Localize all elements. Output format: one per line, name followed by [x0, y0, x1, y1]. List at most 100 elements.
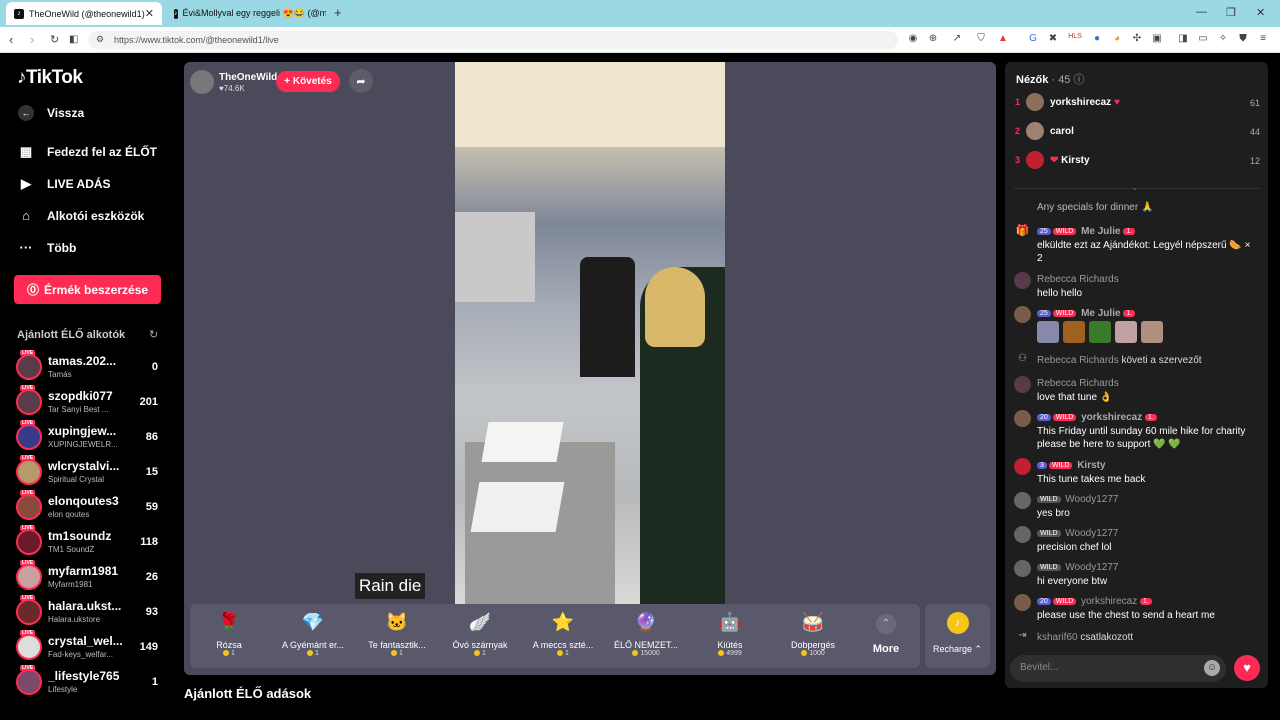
split-view-icon[interactable]: ◨ — [1176, 33, 1190, 44]
share-button[interactable]: ➦ — [349, 69, 373, 93]
site-settings-icon[interactable]: ⚙ — [96, 34, 104, 45]
menu-creator-tools[interactable]: ⌂ Alkotói eszközök — [18, 208, 144, 223]
extension-account-icon[interactable]: ● — [1090, 33, 1104, 44]
coin-icon: ⓪ — [26, 283, 39, 297]
url-input[interactable]: https://www.tiktok.com/@theonewild1/live — [88, 31, 898, 49]
magic-icon[interactable]: ✧ — [1216, 33, 1230, 44]
chat-input[interactable]: Bevitel... — [1010, 655, 1226, 682]
creator-subtitle: Myfarm1981 — [48, 580, 93, 589]
gift-item[interactable]: 🪽 Óvó szárnyak 1 — [440, 606, 520, 666]
warning-icon[interactable]: ▲ — [996, 33, 1010, 44]
vpn-icon[interactable]: ⛊ — [1236, 33, 1250, 44]
gift-item[interactable]: ⭐ A meccs szté... 1 — [523, 606, 603, 666]
extension-color-icon[interactable]: ◕ — [1110, 33, 1124, 44]
message-user[interactable]: Rebecca Richards — [1037, 355, 1119, 366]
shield-icon[interactable]: ⛉ — [974, 33, 988, 44]
share-icon[interactable]: ↗ — [950, 33, 964, 44]
host-name[interactable]: TheOneWild — [219, 72, 277, 83]
message-user[interactable]: yorkshirecaz — [1081, 412, 1142, 423]
gift-item[interactable]: 🔮 ÉLŐ NEMZET... 15000 — [606, 606, 686, 666]
close-window-icon[interactable]: ✕ — [1256, 6, 1265, 19]
sidebar-icon[interactable]: ▣ — [1150, 33, 1164, 44]
camera-icon: ▶ — [21, 176, 31, 191]
creator-subtitle: TM1 SoundZ — [48, 545, 95, 554]
message-header: 3 WILD Kirsty — [1037, 460, 1106, 471]
forward-icon[interactable]: › — [30, 32, 34, 47]
gift-item[interactable]: 🌹 Rózsa 1 — [189, 606, 269, 666]
avatar — [1026, 122, 1044, 140]
back-button[interactable]: ← Vissza — [18, 105, 84, 121]
emoji-icon[interactable]: ☺ — [1204, 660, 1220, 676]
avatar — [1014, 594, 1031, 611]
media-icon[interactable]: ◉ — [906, 33, 920, 44]
recharge-button[interactable]: ♪ Recharge ⌃ — [925, 604, 990, 668]
chevron-down-icon[interactable]: ⌄ — [1131, 182, 1139, 193]
viewer-rank: 2 — [1015, 126, 1021, 136]
extension-hls-icon[interactable]: HLS — [1068, 33, 1082, 40]
viewer-count: 26 — [145, 571, 158, 583]
reload-icon[interactable]: ↻ — [50, 33, 59, 46]
info-icon[interactable]: ⓘ — [1074, 74, 1085, 86]
live-video[interactable] — [455, 62, 725, 604]
puzzle-icon[interactable]: ✣ — [1130, 33, 1144, 44]
message-user[interactable]: Rebecca Richards — [1037, 378, 1119, 389]
menu-live[interactable]: ▶ LIVE ADÁS — [18, 176, 111, 192]
menu-explore-live[interactable]: ▦ Fedezd fel az ÉLŐT — [18, 144, 157, 160]
gift-item[interactable]: 🤖 Kiütés 4999 — [690, 606, 770, 666]
menu-more[interactable]: ··· Több — [18, 240, 77, 255]
gift-drum-icon: 🥁 — [801, 612, 825, 632]
message-user[interactable]: Woody1277 — [1065, 562, 1118, 573]
host-avatar[interactable] — [190, 70, 214, 94]
heart-button[interactable]: ♥ — [1234, 655, 1260, 681]
tab-active[interactable]: ♪ TheOneWild (@theonewild1) ✕ — [6, 2, 162, 25]
avatar — [1026, 151, 1044, 169]
minimize-icon[interactable]: — — [1196, 6, 1207, 18]
fan-badge: WILD — [1037, 495, 1061, 503]
message-user[interactable]: Me Julie — [1081, 226, 1120, 237]
gift-item[interactable]: 💎 A Gyémánt er... 1 — [273, 606, 353, 666]
buy-coins-button[interactable]: ⓪ Érmék beszerzése — [14, 275, 161, 304]
level-badge: 20 — [1037, 413, 1051, 421]
message-user[interactable]: ksharif60 — [1037, 632, 1078, 643]
restore-icon[interactable]: ❐ — [1226, 6, 1236, 19]
creator-item[interactable]: LIVE tm1soundz TM1 SoundZ 118 — [16, 525, 162, 559]
new-tab-icon[interactable]: + — [334, 5, 342, 20]
message-user[interactable]: Rebecca Richards — [1037, 274, 1119, 285]
creator-item[interactable]: LIVE xupingjew... XUPINGJEWELR... 86 — [16, 420, 162, 454]
menu-icon[interactable]: ≡ — [1256, 33, 1270, 44]
wallet-icon[interactable]: ▭ — [1196, 33, 1210, 44]
gift-item[interactable]: 🐱 Te fantasztik... 1 — [357, 606, 437, 666]
top-viewer-item[interactable]: 1 yorkshirecaz ♥ 61 — [1014, 92, 1260, 114]
message-user[interactable]: yorkshirecaz — [1081, 596, 1137, 607]
avatar — [16, 459, 42, 485]
viewer-count: 15 — [145, 466, 158, 478]
top-viewer-item[interactable]: 2 carol 44 — [1014, 121, 1260, 143]
bookmark-icon[interactable]: ◧ — [69, 34, 78, 45]
close-tab-icon[interactable]: ✕ — [145, 7, 154, 20]
creator-item[interactable]: LIVE crystal_wel... Fad-keys_welfar... 1… — [16, 630, 162, 664]
tab-second[interactable]: ♪ Évi&Mollyval egy reggeli 😍😂 (@m — [166, 2, 326, 25]
creator-item[interactable]: LIVE elonqoutes3 elon qoutes 59 — [16, 490, 162, 524]
refresh-icon[interactable]: ↻ — [149, 328, 158, 341]
more-gifts-button[interactable]: ⌃ More — [866, 612, 906, 664]
message-user[interactable]: Woody1277 — [1065, 494, 1118, 505]
gift-item[interactable]: 🥁 Dobpergés 1000 — [773, 606, 853, 666]
message-user[interactable]: Woody1277 — [1065, 528, 1118, 539]
creator-item[interactable]: LIVE myfarm1981 Myfarm1981 26 — [16, 560, 162, 594]
creator-item[interactable]: LIVE tamas.202... Tamás 0 — [16, 350, 162, 384]
follow-button[interactable]: + Követés — [276, 71, 340, 92]
creator-item[interactable]: LIVE halara.ukst... Halara.ukstore 93 — [16, 595, 162, 629]
creator-item[interactable]: LIVE _lifestyle765 Lifestyle 1 — [16, 665, 162, 699]
top-viewer-item[interactable]: 3 ❤ Kirsty 12 — [1014, 150, 1260, 172]
translate-icon[interactable]: G — [1026, 33, 1040, 44]
tiktok-logo[interactable]: ♪TikTok — [17, 67, 83, 89]
creator-item[interactable]: LIVE wlcrystalvi... Spiritual Crystal 15 — [16, 455, 162, 489]
creator-name: crystal_wel... — [48, 634, 123, 648]
zoom-icon[interactable]: ⊕ — [926, 33, 940, 44]
viewer-name: carol — [1050, 126, 1074, 137]
creator-item[interactable]: LIVE szopdki077 Tar Sanyi Best ... 201 — [16, 385, 162, 419]
message-user[interactable]: Kirsty — [1077, 460, 1105, 471]
message-user[interactable]: Me Julie — [1081, 308, 1120, 319]
extension-x-icon[interactable]: ✖ — [1046, 33, 1060, 44]
back-icon[interactable]: ‹ — [9, 32, 13, 47]
